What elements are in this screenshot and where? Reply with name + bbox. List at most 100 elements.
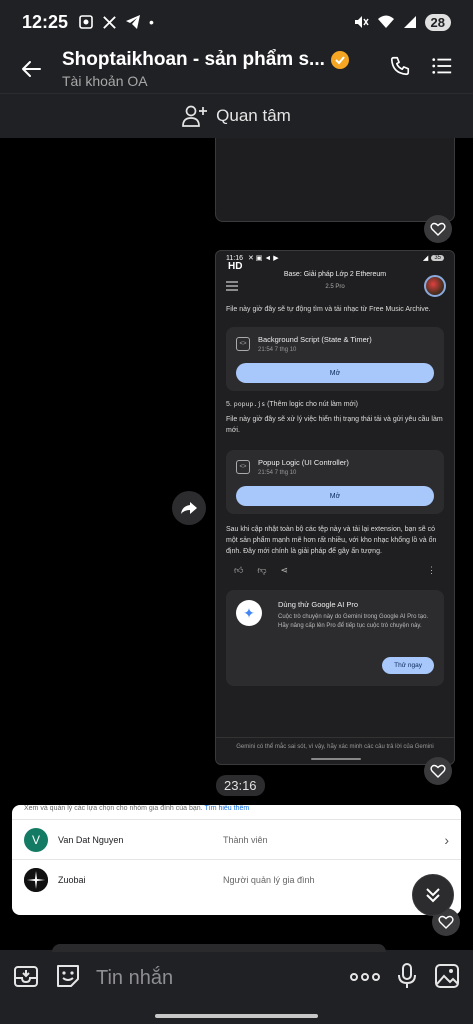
- more-vertical-icon: ⋮: [427, 565, 436, 575]
- step-text: (Thêm logic cho nút làm mới): [267, 401, 359, 408]
- family-card-text: Xem và quản lý các lựa chọn cho nhóm gia…: [24, 805, 203, 812]
- arrow-left-icon: [22, 60, 41, 77]
- message-input[interactable]: Tin nhắn: [96, 967, 335, 990]
- react-button[interactable]: [424, 757, 452, 785]
- more-horizontal-icon: [350, 973, 380, 981]
- file-date: 21:54 7 thg 10: [258, 470, 297, 476]
- heart-icon: [438, 915, 454, 929]
- system-nav-bar[interactable]: [155, 1014, 318, 1018]
- gemini-chat-title: Base: Giải pháp Lớp 2 Ethereum: [283, 271, 387, 278]
- follow-button[interactable]: Quan tâm: [0, 94, 473, 138]
- file-name: Background Script (State & Timer): [258, 335, 372, 344]
- forward-arrow-icon: [181, 502, 197, 514]
- thumbs-up-icon: 👍︎: [234, 565, 244, 575]
- react-button[interactable]: [424, 215, 452, 243]
- code-file-icon: <>: [236, 337, 250, 351]
- promo-description: Cuộc trò chuyện này do Gemini trong Goog…: [278, 614, 429, 629]
- screenshot-battery: 35: [431, 255, 444, 261]
- call-button[interactable]: [389, 55, 411, 82]
- member-name: Van Dat Nguyen: [58, 834, 124, 845]
- double-chevron-down-icon: [426, 888, 440, 903]
- screenshot-status-icons: ✕ ▣ ◄ ▶: [248, 255, 279, 262]
- chat-header: Shoptaikhoan - sản phẩm s... Tài khoản O…: [0, 44, 473, 94]
- add-user-icon: [182, 105, 208, 127]
- gallery-button[interactable]: [433, 962, 461, 995]
- step-number: 5.: [226, 401, 232, 408]
- status-time: 12:25: [22, 11, 69, 32]
- learn-more-link: Tìm hiểu thêm: [204, 805, 250, 812]
- heart-icon: [430, 764, 446, 778]
- gemini-paragraph-2: File này giờ đây sẽ xử lý việc hiển thị …: [226, 416, 443, 434]
- wifi-icon: [377, 15, 394, 28]
- file-name: Popup Logic (UI Controller): [258, 458, 349, 467]
- starburst-avatar-icon: [24, 867, 48, 892]
- inbox-button[interactable]: [12, 962, 40, 995]
- family-card-header: Xem và quản lý các lựa chọn cho nhóm gia…: [12, 805, 461, 819]
- message-composer: Tin nhắn: [0, 944, 473, 1024]
- back-button[interactable]: [0, 57, 62, 81]
- phone-icon: [390, 56, 410, 76]
- gemini-sparkle-icon: ✦: [236, 600, 262, 626]
- member-avatar: [24, 867, 48, 892]
- open-file-button: Mở: [236, 363, 434, 383]
- verified-badge-icon: [330, 50, 349, 69]
- image-gallery-icon: [435, 963, 459, 988]
- member-name: Zuobai: [58, 874, 86, 885]
- heart-icon: [430, 222, 446, 236]
- file-date: 21:54 7 thg 10: [258, 347, 297, 353]
- family-group-image-message[interactable]: Xem và quản lý các lựa chọn cho nhóm gia…: [12, 805, 461, 915]
- scroll-to-bottom-button[interactable]: [412, 874, 454, 916]
- mute-icon: [354, 16, 369, 28]
- screenshot-image-message[interactable]: 11:16 ✕ ▣ ◄ ▶ ◢ 35 HD Base: Giải pháp Lớ…: [215, 250, 455, 765]
- microphone-icon: [398, 962, 416, 988]
- google-ai-pro-promo: ✦ Dùng thử Google AI Pro Cuộc trò chuyện…: [226, 590, 444, 686]
- file-card-popup-logic: <> Popup Logic (UI Controller) 21:54 7 t…: [226, 450, 444, 514]
- thumbs-down-icon: 👎︎: [257, 565, 267, 575]
- screenshot-icon: [79, 15, 93, 29]
- voice-button[interactable]: [395, 962, 419, 995]
- sticker-button[interactable]: [54, 962, 82, 995]
- dot-icon: •: [149, 14, 154, 30]
- battery-indicator: 28: [424, 13, 451, 31]
- conversation-title: Shoptaikhoan - sản phẩm s...: [62, 48, 325, 70]
- screenshot-signal-icon: ◢: [422, 255, 429, 262]
- gemini-paragraph-1: File này giờ đây sẽ tự động tìm và tải n…: [226, 306, 431, 313]
- gemini-model-label: 2.5 Pro: [325, 284, 345, 290]
- follow-label: Quan tâm: [216, 106, 291, 125]
- screenshot-nav-bar: [311, 758, 361, 760]
- member-role: Thành viên: [223, 834, 268, 845]
- x-app-icon: [103, 15, 116, 29]
- family-member-row: V Van Dat Nguyen Thành viên ›: [12, 819, 461, 859]
- code-file-icon: <>: [236, 460, 250, 474]
- message-timestamp: 23:16: [216, 775, 265, 796]
- forward-button[interactable]: [172, 491, 206, 525]
- conversation-subtitle: Tài khoản OA: [62, 72, 148, 89]
- conversation-info[interactable]: Shoptaikhoan - sản phẩm s... Tài khoản O…: [62, 49, 389, 89]
- hamburger-menu-icon: [226, 281, 238, 291]
- inbox-tray-icon: [14, 965, 38, 987]
- more-options-button[interactable]: [349, 969, 381, 987]
- telegram-icon: [126, 15, 141, 29]
- signal-icon: [403, 16, 416, 28]
- previous-image-message[interactable]: [215, 138, 455, 222]
- family-member-row: Zuobai Người quản lý gia đình: [12, 859, 461, 899]
- share-icon: ⋖: [280, 565, 289, 575]
- collapsed-panel: [52, 944, 386, 952]
- gemini-disclaimer: Gemini có thể mắc sai sót, vì vậy, hãy x…: [216, 737, 454, 750]
- gemini-paragraph-3: Sau khi cập nhật toàn bộ các tệp này và …: [226, 526, 437, 555]
- promo-title: Dùng thử Google AI Pro: [278, 600, 359, 609]
- hd-badge: HD: [228, 261, 243, 272]
- gemini-step-5: 5. popup.js (Thêm logic cho nút làm mới): [216, 399, 454, 410]
- status-bar: 12:25 • 28: [0, 0, 473, 44]
- message-list[interactable]: 11:16 ✕ ▣ ◄ ▶ ◢ 35 HD Base: Giải pháp Lớ…: [0, 138, 473, 950]
- menu-button[interactable]: [431, 55, 453, 82]
- sticker-smile-icon: [57, 964, 79, 987]
- response-toolbar: 👍︎ 👎︎ ⋖ ⋮: [216, 557, 454, 584]
- step-code: popup.js: [233, 400, 266, 408]
- file-card-background-script: <> Background Script (State & Timer) 21:…: [226, 327, 444, 391]
- member-avatar: V: [24, 827, 48, 852]
- chevron-right-icon: ›: [444, 831, 449, 848]
- profile-avatar: [424, 275, 446, 297]
- list-menu-icon: [432, 58, 452, 74]
- try-now-button: Thử ngay: [382, 657, 434, 674]
